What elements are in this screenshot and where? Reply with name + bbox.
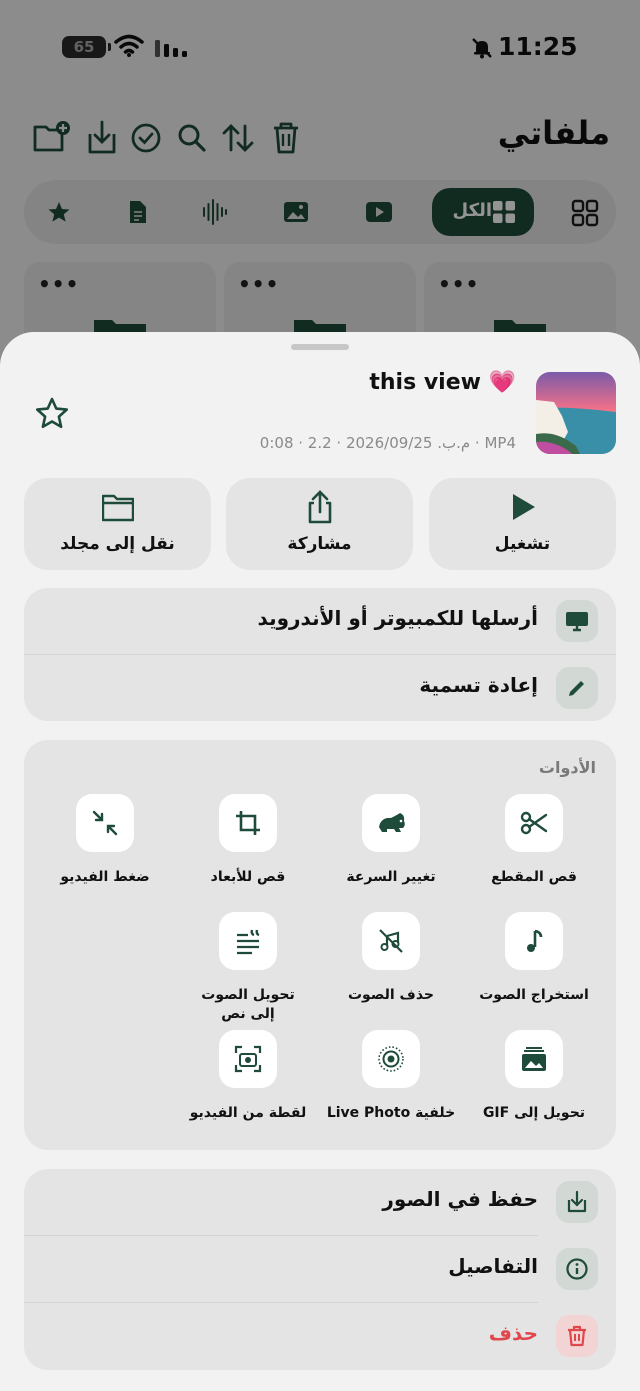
trim-label: قص المقطع	[491, 869, 577, 885]
extract-audio-tool[interactable]: استخراج الصوت	[464, 912, 604, 1022]
save-to-photos-label: حفظ في الصور	[382, 1187, 538, 1211]
file-metadata: م.ب. 2026/09/25 · 2.2 · 0:08 · MP4	[259, 434, 516, 452]
tool-icon-bg	[219, 912, 277, 970]
share-button[interactable]: مشاركة	[226, 478, 413, 570]
mute-music-icon	[379, 929, 403, 953]
row-icon-bg	[556, 600, 598, 642]
gif-stack-icon	[522, 1047, 546, 1071]
remove-audio-tool[interactable]: حذف الصوت	[321, 912, 461, 1022]
transcribe-tool[interactable]: تحويل الصوت إلى نص	[178, 912, 318, 1022]
save-to-photos-row[interactable]: حفظ في الصور	[24, 1169, 616, 1236]
file-actions-group: حفظ في الصور التفاصيل حذف	[24, 1169, 616, 1370]
tools-group: الأدوات قص المقطع تغيير السرعة قص للأبعا…	[24, 740, 616, 1150]
video-thumbnail	[536, 372, 616, 454]
tool-icon-bg	[76, 794, 134, 852]
tool-icon-bg	[505, 1030, 563, 1088]
tool-icon-bg	[362, 912, 420, 970]
gif-tool[interactable]: تحويل إلى GIF	[464, 1030, 604, 1140]
rename-row[interactable]: إعادة تسمية	[24, 655, 616, 721]
folder-outline-icon	[102, 494, 134, 522]
save-download-icon	[567, 1190, 587, 1213]
crop-icon	[236, 811, 260, 835]
transcribe-label-line1: تحويل الصوت	[201, 987, 295, 1003]
row-icon-bg	[556, 1248, 598, 1290]
tool-icon-bg	[505, 794, 563, 852]
transcribe-label-line2: إلى نص	[221, 1006, 275, 1022]
share-label: مشاركة	[287, 534, 352, 554]
file-options-sheet: this view 💗 م.ب. 2026/09/25 · 2.2 · 0:08…	[0, 332, 640, 1391]
speed-label: تغيير السرعة	[346, 869, 436, 885]
crop-label: قص للأبعاد	[210, 869, 286, 885]
extract-audio-label: استخراج الصوت	[479, 987, 589, 1003]
compress-label: ضغط الفيديو	[60, 869, 150, 885]
delete-row[interactable]: حذف	[24, 1303, 616, 1370]
play-label: تشغيل	[494, 534, 551, 554]
compress-icon	[92, 810, 118, 836]
speed-tool[interactable]: تغيير السرعة	[321, 794, 461, 904]
tool-icon-bg	[219, 1030, 277, 1088]
details-label: التفاصيل	[448, 1254, 538, 1278]
info-icon	[566, 1258, 588, 1280]
transfer-options-group: أرسلها للكمبيوتر أو الأندرويد إعادة تسمي…	[24, 588, 616, 721]
details-row[interactable]: التفاصيل	[24, 1236, 616, 1303]
transcribe-label: تحويل الصوت إلى نص	[178, 986, 318, 1024]
move-to-folder-label: نقل إلى مجلد	[60, 534, 175, 554]
row-icon-bg	[556, 1181, 598, 1223]
remove-audio-label: حذف الصوت	[347, 987, 434, 1003]
play-icon	[513, 494, 535, 520]
crop-tool[interactable]: قص للأبعاد	[178, 794, 318, 904]
pencil-icon	[569, 681, 584, 696]
sheet-drag-handle[interactable]	[291, 344, 349, 350]
snapshot-tool[interactable]: لقطة من الفيديو	[178, 1030, 318, 1140]
share-icon	[308, 490, 332, 524]
rabbit-icon	[379, 813, 405, 832]
send-to-computer-label: أرسلها للكمبيوتر أو الأندرويد	[257, 606, 538, 630]
tool-icon-bg	[362, 794, 420, 852]
row-icon-bg	[556, 1315, 598, 1357]
live-photo-tool[interactable]: خلفية Live Photo	[321, 1030, 461, 1140]
live-photo-label: خلفية Live Photo	[326, 1105, 456, 1121]
live-photo-icon	[378, 1046, 404, 1072]
row-icon-bg	[556, 667, 598, 709]
tools-section-title: الأدوات	[538, 758, 596, 777]
tool-icon-bg	[219, 794, 277, 852]
trim-tool[interactable]: قص المقطع	[464, 794, 604, 904]
transcript-icon	[237, 929, 260, 955]
favorite-star-icon[interactable]	[32, 394, 72, 434]
music-note-icon	[527, 929, 543, 952]
compress-tool[interactable]: ضغط الفيديو	[35, 794, 175, 904]
tool-icon-bg	[505, 912, 563, 970]
snapshot-label: لقطة من الفيديو	[189, 1105, 307, 1121]
tool-icon-bg	[362, 1030, 420, 1088]
gif-label: تحويل إلى GIF	[482, 1105, 586, 1121]
camera-frame-icon	[234, 1045, 262, 1073]
rename-label: إعادة تسمية	[419, 673, 538, 697]
move-to-folder-button[interactable]: نقل إلى مجلد	[24, 478, 211, 570]
trash-red-icon	[568, 1325, 586, 1347]
scissors-icon	[520, 811, 548, 835]
send-to-computer-row[interactable]: أرسلها للكمبيوتر أو الأندرويد	[24, 588, 616, 655]
play-button[interactable]: تشغيل	[429, 478, 616, 570]
file-name: this view 💗	[369, 370, 516, 395]
monitor-icon	[566, 612, 588, 632]
delete-label: حذف	[488, 1321, 538, 1345]
